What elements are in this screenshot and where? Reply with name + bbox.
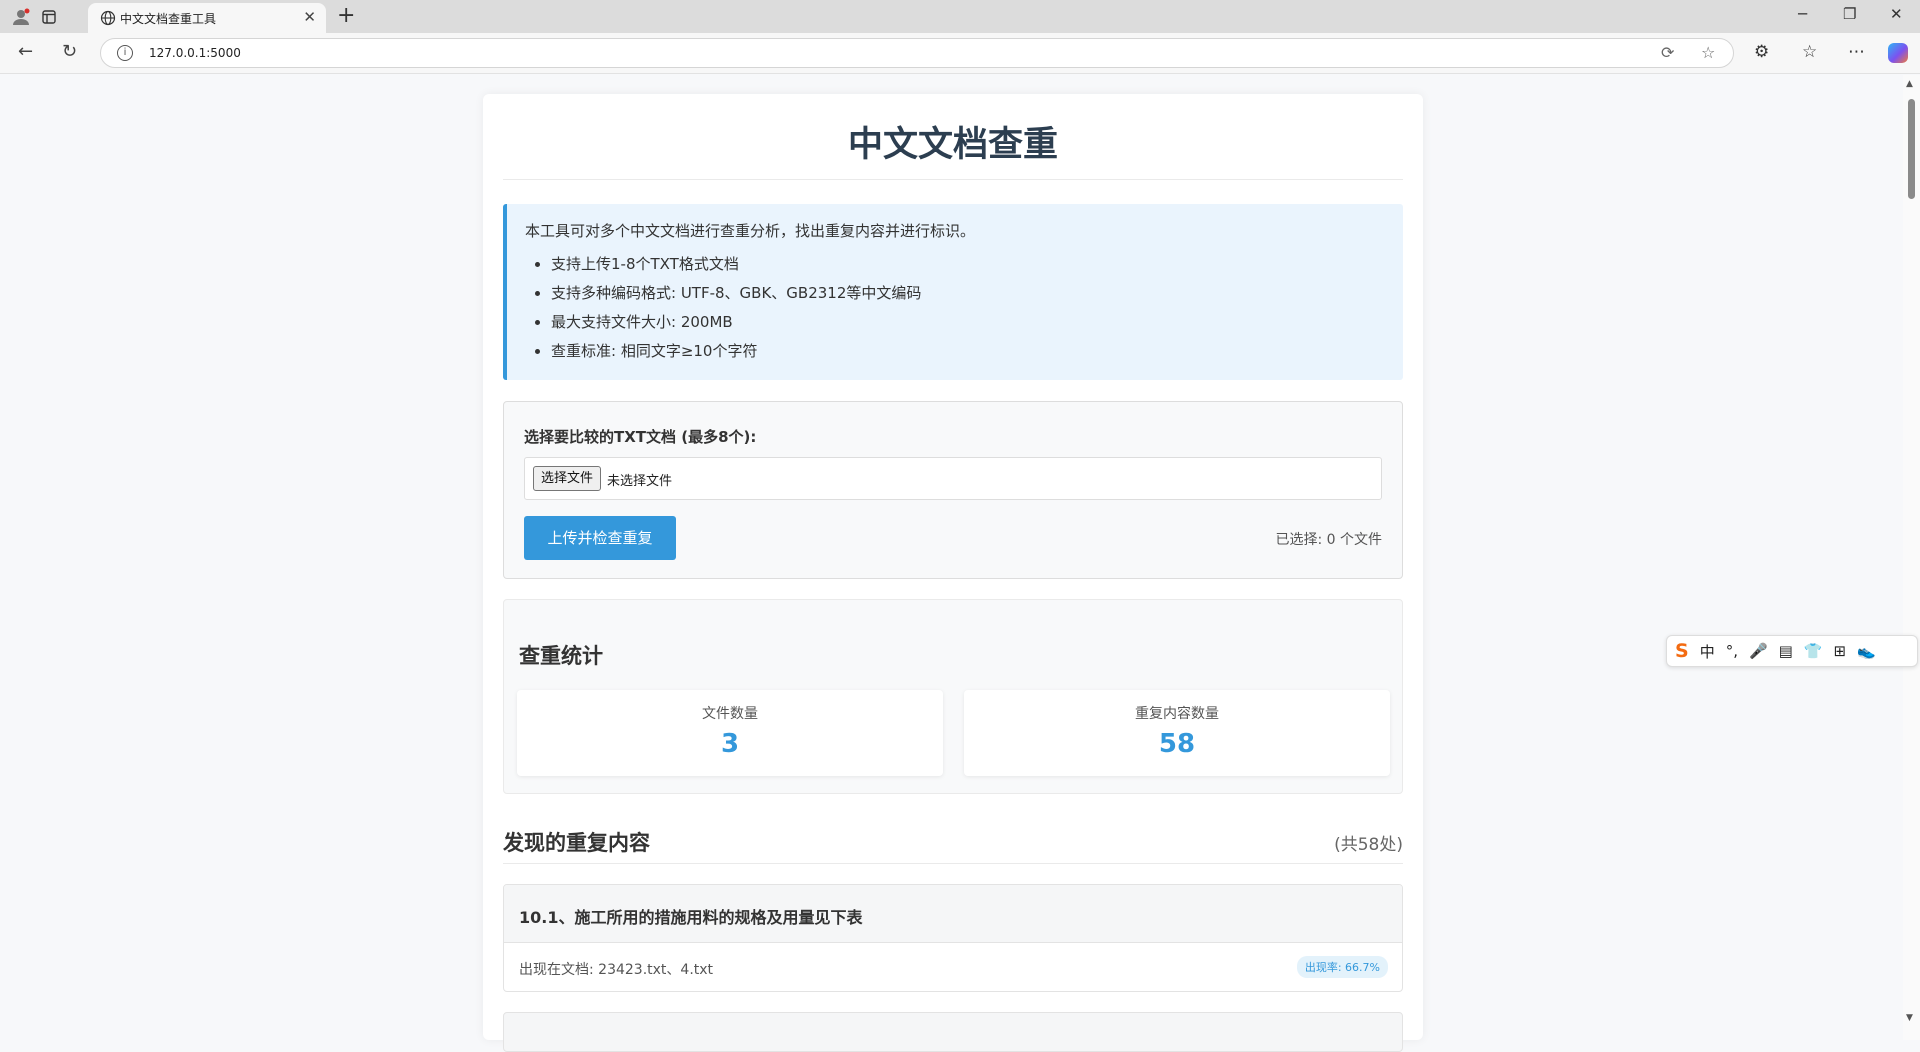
browser-tab[interactable]: 中文文档查重工具 ✕: [88, 3, 326, 33]
favorite-star-icon[interactable]: ☆: [1701, 43, 1715, 62]
ime-voice-icon[interactable]: 🎤: [1749, 642, 1768, 660]
stat-label: 重复内容数量: [1135, 706, 1219, 722]
file-input[interactable]: 选择文件 未选择文件: [524, 457, 1382, 500]
duplicates-count: (共58处): [1334, 835, 1403, 855]
favorites-icon[interactable]: ☆: [1802, 42, 1817, 62]
duplicate-item: [503, 1012, 1403, 1052]
minimize-icon[interactable]: ─: [1798, 5, 1807, 23]
upload-check-button[interactable]: 上传并检查重复: [524, 516, 676, 560]
ime-mode-chinese[interactable]: 中: [1700, 641, 1715, 662]
ime-toolbox-icon[interactable]: ⊞: [1834, 642, 1847, 660]
feature-list: 支持上传1-8个TXT格式文档 支持多种编码格式: UTF-8、GBK、GB23…: [551, 252, 921, 368]
upload-label: 选择要比较的TXT文档 (最多8个):: [524, 428, 757, 446]
close-tab-icon[interactable]: ✕: [303, 8, 316, 26]
extensions-icon[interactable]: ⚙: [1754, 42, 1769, 62]
title-divider: [503, 179, 1403, 180]
upload-section: 选择要比较的TXT文档 (最多8个): 选择文件 未选择文件 上传并检查重复 已…: [503, 401, 1403, 579]
sogou-logo-icon[interactable]: S: [1675, 640, 1689, 662]
url-text: 127.0.0.1:5000: [149, 46, 241, 60]
selected-count: 已选择: 0 个文件: [1275, 532, 1382, 548]
feature-item: 支持上传1-8个TXT格式文档: [551, 252, 921, 281]
ime-keyboard-icon[interactable]: ▤: [1779, 642, 1793, 660]
ime-skin-icon[interactable]: 👕: [1804, 642, 1823, 660]
stat-value: 3: [720, 729, 740, 759]
choose-file-button[interactable]: 选择文件: [533, 466, 602, 491]
site-info-icon[interactable]: i: [117, 45, 133, 61]
feature-item: 查重标准: 相同文字≥10个字符: [551, 339, 921, 368]
reload-icon[interactable]: ↻: [62, 41, 77, 62]
profile-icon[interactable]: [10, 6, 32, 28]
new-tab-icon[interactable]: +: [337, 3, 355, 28]
duplicates-divider: [503, 863, 1403, 864]
ime-toolbar: S 中 °, 🎤 ▤ 👕 ⊞ 👟: [1666, 635, 1918, 667]
copilot-icon[interactable]: [1888, 43, 1908, 63]
stat-label: 文件数量: [702, 706, 758, 722]
browser-nav-bar: ← ↻ i 127.0.0.1:5000 ⟳ ☆ ⚙ ☆ ⋯: [0, 33, 1920, 74]
info-box: 本工具可对多个中文文档进行查重分析，找出重复内容并进行标识。 支持上传1-8个T…: [503, 204, 1403, 380]
stat-card-duplicate-count: 重复内容数量 58: [964, 690, 1390, 776]
globe-icon: [100, 10, 116, 26]
stat-card-file-count: 文件数量 3: [517, 690, 943, 776]
address-bar[interactable]: i 127.0.0.1:5000 ⟳ ☆: [100, 38, 1734, 68]
stats-section: 查重统计 文件数量 3 重复内容数量 58: [503, 599, 1403, 794]
browser-tab-bar: 中文文档查重工具 ✕ + ─ ❐ ✕: [0, 0, 1920, 33]
scroll-up-icon[interactable]: ▲: [1906, 79, 1913, 89]
tab-title: 中文文档查重工具: [120, 12, 217, 26]
close-window-icon[interactable]: ✕: [1890, 5, 1903, 23]
page-scrollbar[interactable]: ▲ ▼: [1903, 75, 1920, 1040]
ime-punctuation-icon[interactable]: °,: [1726, 642, 1738, 660]
restore-icon[interactable]: ❐: [1843, 5, 1856, 23]
main-container: 中文文档查重 本工具可对多个中文文档进行查重分析，找出重复内容并进行标识。 支持…: [483, 94, 1423, 1052]
stat-value: 58: [1158, 729, 1196, 759]
workspaces-icon[interactable]: [38, 6, 60, 28]
translate-icon[interactable]: ⟳: [1661, 43, 1674, 62]
duplicate-text: 10.1、施工所用的措施用料的规格及用量见下表: [519, 908, 863, 927]
stats-title: 查重统计: [519, 644, 603, 668]
duplicate-docs: 出现在文档: 23423.txt、4.txt: [519, 962, 714, 978]
scroll-down-icon[interactable]: ▼: [1906, 1013, 1913, 1023]
back-icon[interactable]: ←: [18, 41, 33, 62]
occurrence-rate-badge: 出现率: 66.7%: [1296, 956, 1388, 978]
duplicates-title: 发现的重复内容: [503, 831, 650, 855]
scrollbar-thumb[interactable]: [1908, 99, 1915, 199]
intro-text: 本工具可对多个中文文档进行查重分析，找出重复内容并进行标识。: [525, 222, 976, 240]
ime-extra-icon[interactable]: 👟: [1857, 642, 1876, 660]
duplicate-item: 10.1、施工所用的措施用料的规格及用量见下表 出现在文档: 23423.txt…: [503, 884, 1403, 992]
page-title: 中文文档查重: [847, 125, 1058, 165]
more-options-icon[interactable]: ⋯: [1848, 42, 1865, 62]
no-file-text: 未选择文件: [607, 474, 673, 489]
feature-item: 支持多种编码格式: UTF-8、GBK、GB2312等中文编码: [551, 281, 921, 310]
feature-item: 最大支持文件大小: 200MB: [551, 310, 921, 339]
duplicate-item-header: 10.1、施工所用的措施用料的规格及用量见下表: [504, 885, 1402, 943]
